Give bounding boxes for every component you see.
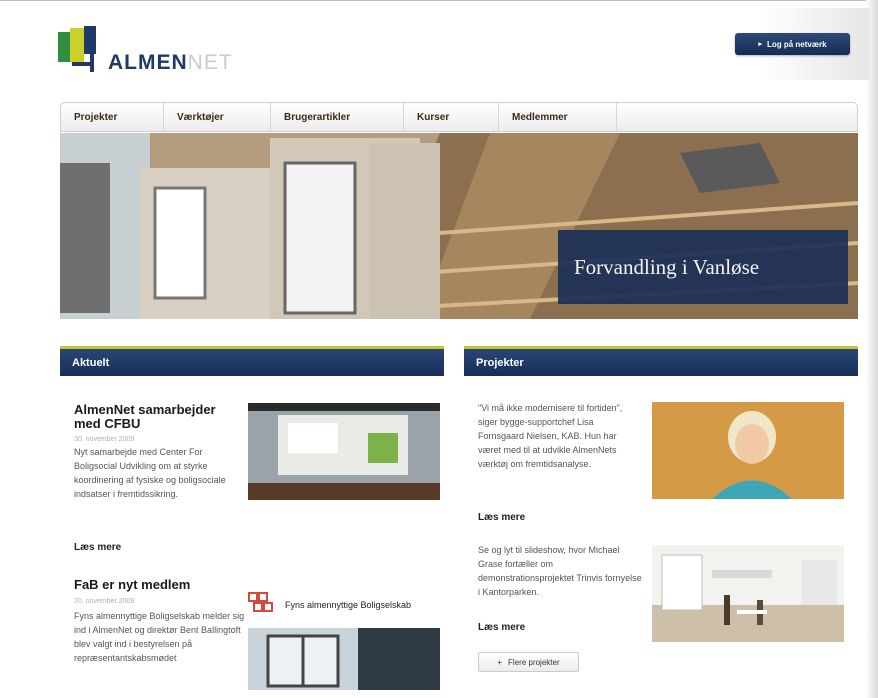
nav-label: Medlemmer (512, 111, 568, 123)
news-title[interactable]: AlmenNet samarbejder med CFBU (74, 403, 244, 431)
section-title: Projekter (476, 356, 524, 369)
section-title: Aktuelt (72, 356, 110, 369)
logo-mark-icon (58, 26, 96, 72)
read-more-link[interactable]: Læs mere (478, 512, 525, 523)
main-nav: Projekter Værktøjer Brugerartikler Kurse… (60, 102, 858, 132)
read-more-link[interactable]: Læs mere (74, 542, 121, 553)
news-date: 20. november 2009 (74, 598, 135, 605)
nav-label: Kurser (417, 111, 450, 123)
news-text: Nyt samarbejde med Center For Boligsocia… (74, 447, 226, 499)
nav-item-kurser[interactable]: Kurser (404, 103, 499, 131)
cfbu-thumbnail[interactable] (248, 403, 440, 500)
project-thumbnail[interactable] (652, 545, 844, 642)
projekter-header: Projekter (464, 346, 858, 376)
hero-caption[interactable]: Forvandling i Vanløse (558, 230, 848, 304)
news-text: Fyns almennyttige Boligselskab melder si… (74, 611, 245, 663)
interior-image (652, 545, 844, 642)
page-edge-shadow (866, 0, 878, 698)
fab-image (248, 628, 440, 690)
nav-label: Brugerartikler (284, 111, 351, 123)
nav-item-brugerartikler[interactable]: Brugerartikler (271, 103, 404, 131)
login-button[interactable]: ▸ Log på netværk (735, 33, 850, 55)
logo-main-text: ALMEN (108, 51, 188, 74)
more-projects-label: Flere projekter (508, 657, 560, 667)
more-projects-button[interactable]: + Flere projekter (478, 652, 579, 672)
plus-icon: + (497, 657, 503, 667)
project-thumbnail[interactable] (652, 402, 844, 499)
cfbu-image (248, 403, 440, 500)
logo-sub-text: NET (187, 51, 233, 74)
nav-label: Projekter (74, 111, 118, 123)
logo-text: ALMENNET (108, 51, 233, 75)
project-text: "Vi må ikke modernisere til fortiden", s… (478, 403, 623, 469)
news-title[interactable]: FaB er nyt medlem (74, 578, 244, 592)
login-button-label: Log på netværk (766, 39, 827, 49)
fyns-logo-icon (248, 592, 273, 612)
arrow-right-icon: ▸ (758, 41, 762, 48)
project-text: Se og lyt til slideshow, hvor Michael Gr… (478, 545, 642, 597)
nav-label: Værktøjer (177, 111, 224, 123)
almennet-logo[interactable]: ALMENNET (58, 26, 278, 76)
nav-item-vaerktoejer[interactable]: Værktøjer (164, 103, 271, 131)
read-more-link[interactable]: Læs mere (478, 622, 525, 633)
hero-banner[interactable]: Forvandling i Vanløse (60, 133, 858, 319)
fab-thumbnail[interactable] (248, 628, 440, 690)
nav-item-projekter[interactable]: Projekter (61, 103, 164, 131)
aktuelt-header: Aktuelt (60, 346, 444, 376)
fyns-logo-label[interactable]: Fyns almennyttige Boligselskab (285, 600, 411, 610)
portrait-image (652, 402, 844, 499)
news-date: 30. november 2009 (74, 436, 135, 443)
nav-item-medlemmer[interactable]: Medlemmer (499, 103, 617, 131)
